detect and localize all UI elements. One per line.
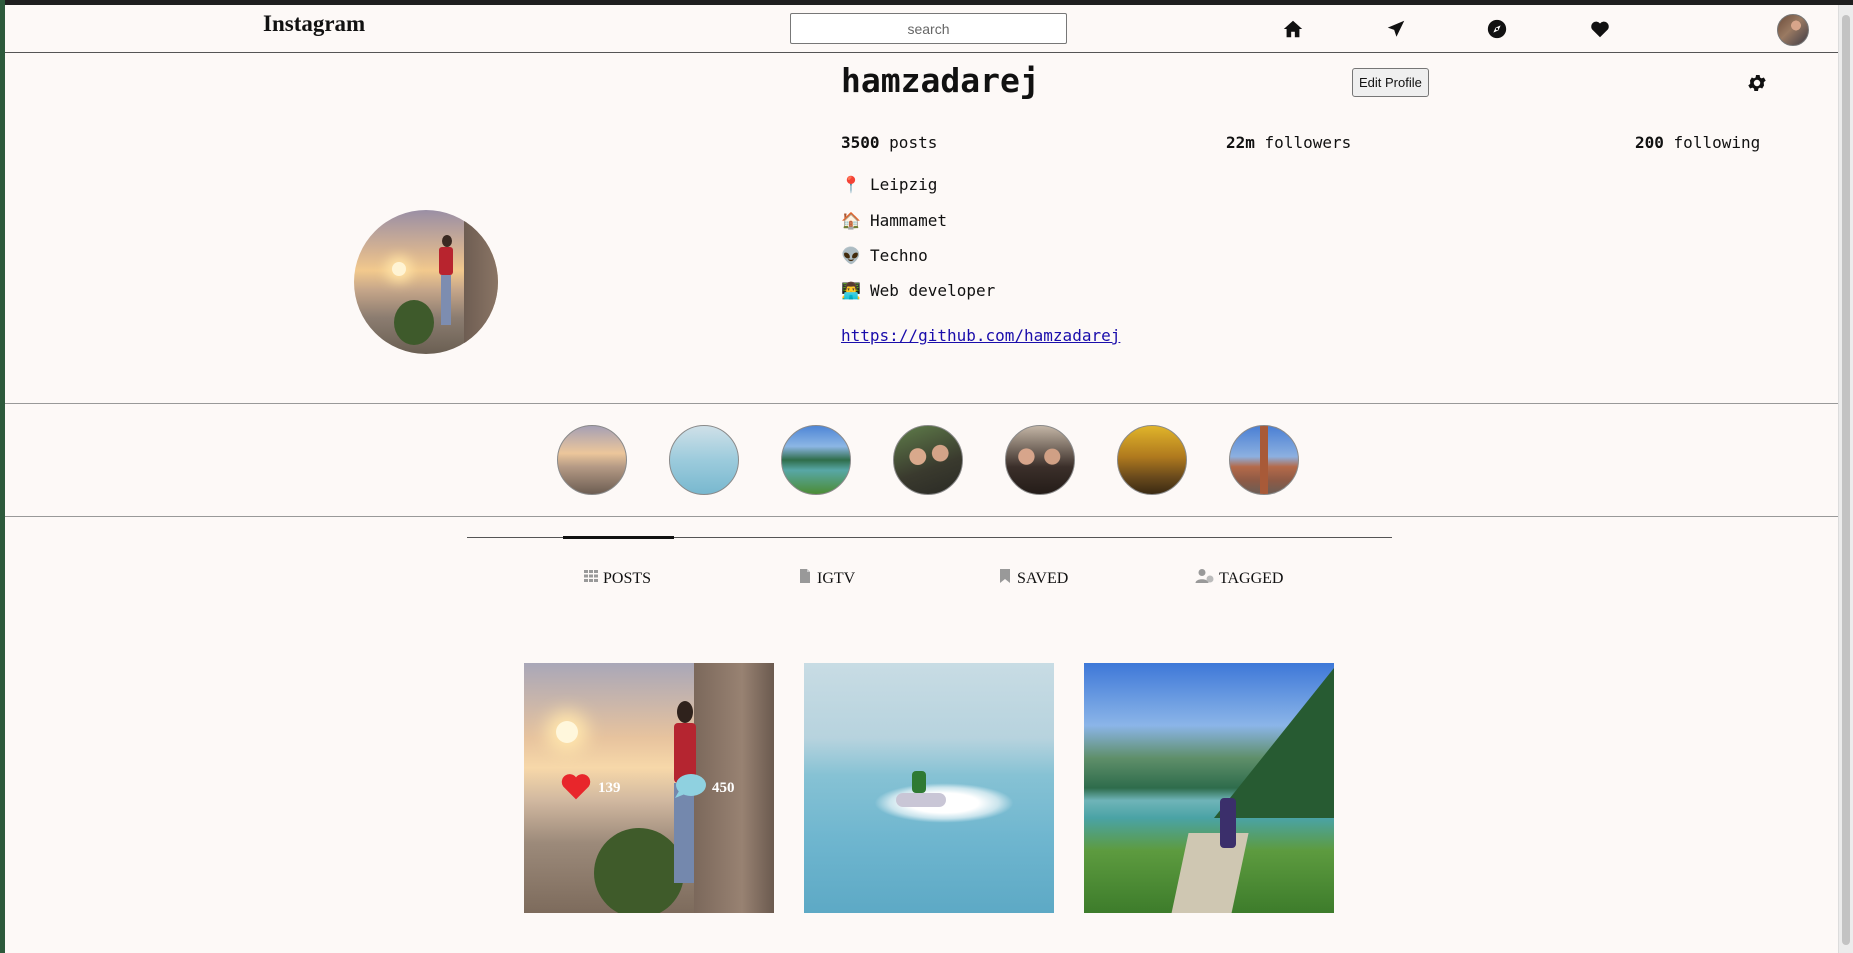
home-icon[interactable] <box>1282 18 1304 40</box>
posts-count: 3500 posts <box>841 133 938 152</box>
heart-icon <box>560 771 592 806</box>
highlight-friends-2[interactable] <box>1005 425 1075 495</box>
bio-hometown: 🏠 Hammamet <box>841 211 948 230</box>
highlight-sunset[interactable] <box>557 425 627 495</box>
house-emoji-icon: 🏠 <box>841 211 861 230</box>
post-likes: 139 <box>560 771 621 806</box>
followers-count[interactable]: 22m followers <box>1226 133 1351 152</box>
tab-tagged[interactable]: TAGGED <box>1195 568 1283 589</box>
highlight-painting[interactable] <box>1117 425 1187 495</box>
instagram-logo[interactable]: Instagram <box>263 11 365 37</box>
grid-icon <box>583 568 599 589</box>
post-jetski[interactable] <box>804 663 1054 913</box>
highlight-city-tower[interactable] <box>1229 425 1299 495</box>
developer-emoji-icon: 👨‍💻 <box>841 281 861 300</box>
story-highlights <box>5 404 1839 517</box>
profile-avatar[interactable] <box>354 210 498 354</box>
search-input[interactable] <box>790 13 1067 44</box>
post-comments: 450 <box>674 771 735 806</box>
bio-music: 👽 Techno <box>841 246 928 265</box>
highlight-lake[interactable] <box>781 425 851 495</box>
nav-profile-avatar[interactable] <box>1777 14 1809 46</box>
direct-message-icon[interactable] <box>1385 18 1407 40</box>
highlight-jetski[interactable] <box>669 425 739 495</box>
following-count[interactable]: 200 following <box>1635 133 1760 152</box>
activity-heart-icon[interactable] <box>1589 18 1611 40</box>
alien-emoji-icon: 👽 <box>841 246 861 265</box>
active-tab-indicator <box>563 536 674 539</box>
tab-igtv[interactable]: IGTV <box>797 568 855 589</box>
pin-emoji-icon: 📍 <box>841 175 861 194</box>
tab-posts[interactable]: POSTS <box>583 568 651 589</box>
vertical-scrollbar[interactable] <box>1838 5 1853 953</box>
tab-saved[interactable]: SAVED <box>997 568 1068 589</box>
profile-username: hamzadarej <box>841 61 1040 100</box>
top-nav: Instagram <box>5 5 1839 53</box>
igtv-icon <box>797 568 813 589</box>
bookmark-icon <box>997 568 1013 589</box>
scrollbar-thumb[interactable] <box>1842 15 1850 945</box>
edit-profile-button[interactable]: Edit Profile <box>1352 68 1429 97</box>
explore-icon[interactable] <box>1486 18 1508 40</box>
bio-job: 👨‍💻 Web developer <box>841 281 996 300</box>
bio-location: 📍 Leipzig <box>841 175 938 194</box>
profile-header: hamzadarej Edit Profile 3500 posts 22m f… <box>5 53 1839 404</box>
comment-bubble-icon <box>674 771 706 806</box>
tagged-user-icon <box>1195 568 1215 589</box>
highlight-friends-1[interactable] <box>893 425 963 495</box>
post-lake-hike[interactable] <box>1084 663 1334 913</box>
settings-gear-icon[interactable] <box>1746 72 1768 94</box>
bio-website-link[interactable]: https://github.com/hamzadarej <box>841 326 1120 345</box>
post-sunset[interactable]: 139 450 <box>524 663 774 913</box>
